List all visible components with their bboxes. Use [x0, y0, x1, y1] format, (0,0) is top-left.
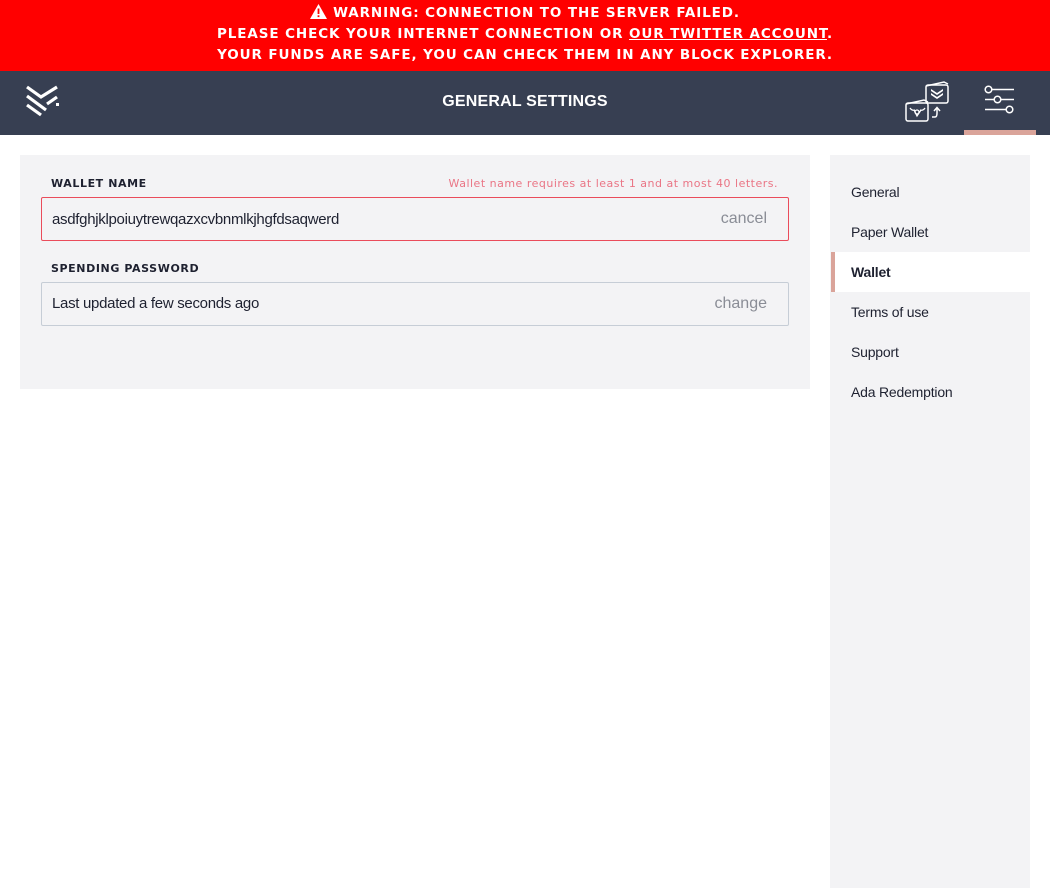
warning-text-2: PLEASE CHECK YOUR INTERNET CONNECTION OR — [217, 26, 629, 42]
menu-item-ada-redemption[interactable]: Ada Redemption — [830, 372, 1029, 412]
warning-line-1: WARNING: CONNECTION TO THE SERVER FAILED… — [0, 3, 1050, 24]
warning-text-2-suffix: . — [826, 26, 833, 42]
spending-password-label: SPENDING PASSWORD — [51, 262, 200, 275]
wallet-name-input[interactable] — [52, 206, 692, 232]
wallet-transfer-icon — [905, 81, 949, 122]
wallet-name-field[interactable]: cancel — [41, 197, 789, 241]
settings-side-menu: General Paper Wallet Wallet Terms of use… — [830, 155, 1030, 888]
settings-button[interactable] — [964, 71, 1036, 135]
menu-item-general[interactable]: General — [830, 172, 1029, 212]
top-bar: GENERAL SETTINGS — [0, 71, 1050, 135]
change-password-button[interactable]: change — [715, 295, 768, 313]
menu-item-wallet[interactable]: Wallet — [831, 252, 1030, 292]
spending-password-status: Last updated a few seconds ago — [52, 295, 259, 312]
warning-text-1: WARNING: CONNECTION TO THE SERVER FAILED… — [333, 5, 740, 21]
cancel-button[interactable]: cancel — [721, 210, 767, 228]
wallet-transfer-button[interactable] — [902, 80, 954, 126]
spending-password-field: Last updated a few seconds ago change — [41, 282, 789, 326]
warning-triangle-icon — [310, 4, 328, 19]
twitter-account-link[interactable]: OUR TWITTER ACCOUNT — [629, 26, 827, 42]
menu-item-support[interactable]: Support — [830, 332, 1029, 372]
settings-sliders-icon — [984, 85, 1014, 114]
settings-active-indicator — [964, 130, 1036, 135]
menu-item-terms-of-use[interactable]: Terms of use — [830, 292, 1029, 332]
warning-line-3: YOUR FUNDS ARE SAFE, YOU CAN CHECK THEM … — [217, 47, 833, 63]
page-title: GENERAL SETTINGS — [442, 93, 608, 110]
wallet-name-error: Wallet name requires at least 1 and at m… — [448, 177, 778, 190]
wallet-name-label: WALLET NAME — [51, 177, 147, 190]
warning-line-2: PLEASE CHECK YOUR INTERNET CONNECTION OR… — [0, 24, 1050, 45]
connection-warning-banner: WARNING: CONNECTION TO THE SERVER FAILED… — [0, 0, 1050, 71]
wallet-settings-panel: WALLET NAME Wallet name requires at leas… — [20, 155, 810, 389]
menu-item-paper-wallet[interactable]: Paper Wallet — [830, 212, 1029, 252]
